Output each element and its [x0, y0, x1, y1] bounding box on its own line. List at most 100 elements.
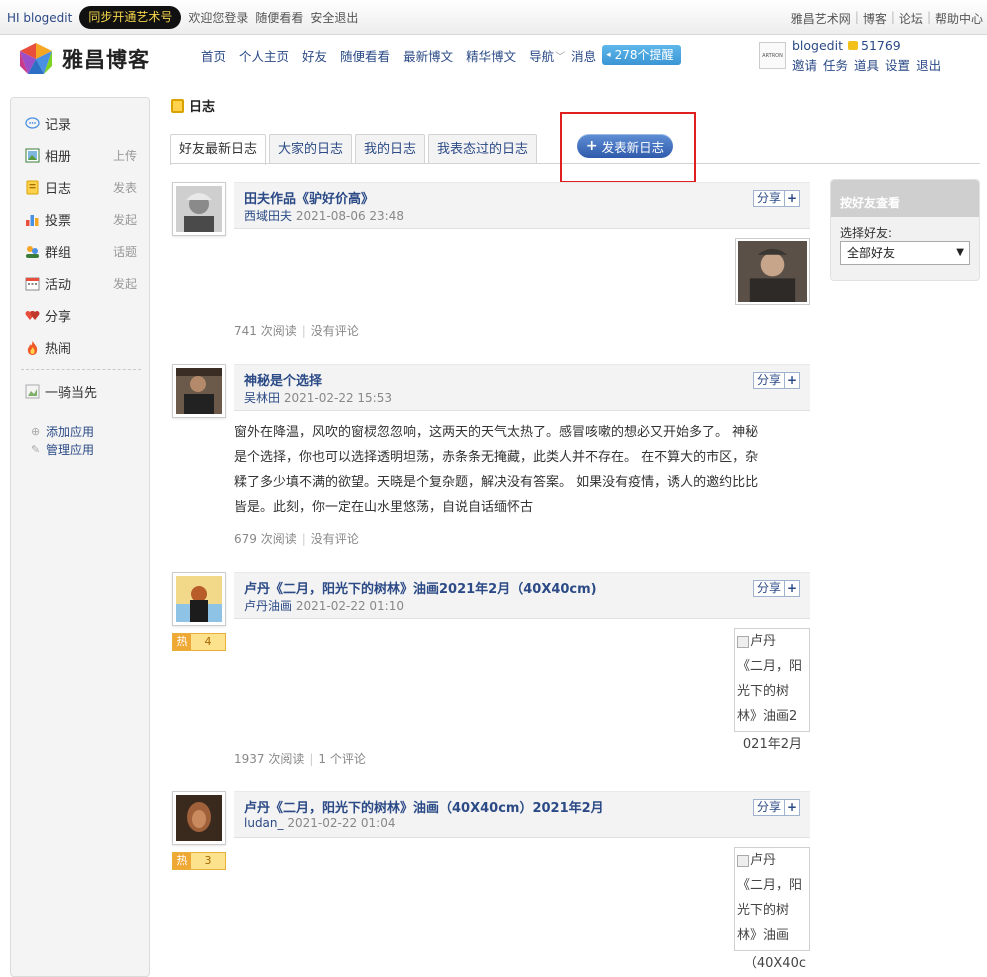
hot-count: 4 [191, 634, 225, 650]
post-image-broken[interactable]: 卢丹 《二月，阳 光下的树 林》油画 [734, 847, 810, 951]
share-button[interactable]: 分享 + [752, 372, 800, 389]
feed-entry-header: 田夫作品《驴好价高》 西域田夫 2021-08-06 23:48 分享 + [234, 182, 810, 229]
sidebar-item-event[interactable]: 活动 发起 [25, 274, 137, 293]
tab-reacted[interactable]: 我表态过的日志 [428, 134, 538, 164]
reminders-badge[interactable]: ◂ 278个提醒 [602, 45, 681, 65]
comment-count[interactable]: 没有评论 [311, 324, 359, 338]
site-logo[interactable]: 雅昌博客 [18, 42, 150, 76]
random-browse-link[interactable]: 随便看看 [255, 9, 303, 26]
blog-link[interactable]: 博客 [863, 10, 887, 27]
page-title: 日志 [171, 96, 215, 115]
sidebar-item-record[interactable]: 记录 [25, 114, 137, 133]
author-link[interactable]: ludan_ [244, 816, 284, 830]
notebook-icon [25, 180, 40, 195]
nav-messages[interactable]: 消息 [571, 46, 596, 65]
top-right-links: 雅昌艺术网 | 博客 | 论坛 | 帮助中心 [790, 10, 983, 27]
tasks-link[interactable]: 任务 [823, 55, 848, 74]
help-link[interactable]: 帮助中心 [935, 10, 983, 27]
friend-select[interactable]: 全部好友 ▼ [840, 241, 970, 265]
chevron-down-icon[interactable]: ﹀ [555, 48, 565, 63]
user-avatar[interactable]: ARTRON 雅昌 [759, 42, 786, 69]
forum-link[interactable]: 论坛 [899, 10, 923, 27]
feed-meta: 西域田夫 2021-08-06 23:48 [244, 207, 404, 224]
invite-link[interactable]: 邀请 [792, 55, 817, 74]
sidebar-app-item[interactable]: 一骑当先 [25, 382, 137, 401]
feed-entry-header: 卢丹《二月，阳光下的树林》油画2021年2月（40X40cm) 卢丹油画 202… [234, 572, 810, 619]
author-link[interactable]: 吴林田 [244, 391, 280, 405]
image-alt-overflow: （40X40c [743, 956, 806, 971]
username-link[interactable]: blogedit [792, 38, 843, 53]
plus-icon: + [786, 191, 798, 205]
nav-latest[interactable]: 最新博文 [403, 46, 453, 65]
reminders-count: 278个提醒 [614, 48, 674, 62]
plus-icon: + [786, 581, 798, 595]
nav-profile[interactable]: 个人主页 [239, 46, 289, 65]
sync-art-account-button[interactable]: 同步开通艺术号 [79, 6, 182, 29]
plus-icon: ⊕ [31, 424, 41, 438]
feed-stats: 679 次阅读 | 没有评论 [234, 532, 359, 546]
broken-image-icon [737, 635, 749, 648]
post-excerpt: 窗外在降温，风吹的窗棂忽忽响，这两天的天气太热了。感冒咳嗽的想必又开始多了。 神… [234, 425, 759, 515]
feed-meta: ludan_ 2021-02-22 01:04 [244, 816, 395, 830]
post-thumbnail[interactable] [735, 238, 810, 305]
hot-badge: 热 4 [172, 633, 226, 651]
sidebar-item-album[interactable]: 相册 上传 [25, 146, 137, 165]
add-app-link[interactable]: ⊕ 添加应用 [31, 423, 94, 440]
sidebar-item-share[interactable]: 分享 [25, 306, 137, 325]
feed-stats: 741 次阅读 | 没有评论 [234, 324, 359, 338]
hot-badge: 热 3 [172, 852, 226, 870]
plus-icon: + [786, 373, 798, 387]
tab-mine[interactable]: 我的日志 [355, 134, 426, 164]
nav-featured[interactable]: 精华博文 [466, 46, 516, 65]
author-avatar[interactable] [172, 364, 226, 418]
sidebar-item-hot[interactable]: 热闹 [25, 338, 137, 357]
broken-image-icon [737, 854, 749, 867]
group-topic-link[interactable]: 话题 [113, 243, 137, 260]
feed-title-link[interactable]: 神秘是个选择 [244, 370, 322, 389]
album-upload-link[interactable]: 上传 [113, 147, 137, 164]
vote-start-link[interactable]: 发起 [113, 211, 137, 228]
nav-random[interactable]: 随便看看 [340, 46, 390, 65]
nav-home[interactable]: 首页 [201, 46, 226, 65]
author-link[interactable]: 卢丹油画 [244, 599, 292, 613]
sidebar-item-group[interactable]: 群组 话题 [25, 242, 137, 261]
share-button[interactable]: 分享 + [752, 190, 800, 207]
welcome-text: 欢迎您登录 [188, 11, 249, 25]
event-start-link[interactable]: 发起 [113, 275, 137, 292]
feed-title-link[interactable]: 卢丹《二月，阳光下的树林》油画（40X40cm）2021年2月 [244, 797, 604, 816]
exit-link[interactable]: 退出 [916, 55, 941, 74]
sidebar-item-blog[interactable]: 日志 发表 [25, 178, 137, 197]
feed-meta: 吴林田 2021-02-22 15:53 [244, 389, 392, 406]
nav-friends[interactable]: 好友 [302, 46, 327, 65]
share-button[interactable]: 分享 + [752, 580, 800, 597]
hi-user-link[interactable]: HI blogedit [7, 11, 72, 25]
tab-everyone[interactable]: 大家的日志 [269, 134, 353, 164]
post-image-broken[interactable]: 卢丹 《二月，阳 光下的树 林》油画2 [734, 628, 810, 732]
settings-link[interactable]: 设置 [885, 55, 910, 74]
sidebar-divider [21, 369, 141, 370]
comment-count[interactable]: 没有评论 [311, 532, 359, 546]
chevron-down-icon: ▼ [956, 247, 964, 258]
feed-entry: 热 3 卢丹《二月，阳光下的树林》油画（40X40cm）2021年2月 luda… [172, 791, 812, 971]
author-avatar[interactable] [172, 182, 226, 236]
hearts-icon [25, 308, 40, 323]
props-link[interactable]: 道具 [854, 55, 879, 74]
author-avatar[interactable] [172, 791, 226, 845]
feed-entry-header: 神秘是个选择 吴林田 2021-02-22 15:53 分享 + [234, 364, 810, 411]
author-avatar[interactable] [172, 572, 226, 626]
artron-link[interactable]: 雅昌艺术网 [791, 10, 851, 27]
post-time: 2021-02-22 15:53 [283, 391, 392, 405]
blog-publish-link[interactable]: 发表 [113, 179, 137, 196]
read-count: 679 次阅读 [234, 532, 297, 546]
logout-link[interactable]: 安全退出 [310, 9, 358, 26]
post-time: 2021-02-22 01:04 [287, 816, 396, 830]
comment-count[interactable]: 1 个评论 [318, 752, 365, 766]
sidebar-item-vote[interactable]: 投票 发起 [25, 210, 137, 229]
share-button[interactable]: 分享 + [752, 799, 800, 816]
author-link[interactable]: 西域田夫 [244, 209, 292, 223]
feed-title-link[interactable]: 卢丹《二月，阳光下的树林》油画2021年2月（40X40cm) [244, 578, 597, 597]
feed-title-link[interactable]: 田夫作品《驴好价高》 [244, 188, 374, 207]
manage-app-link[interactable]: ✎ 管理应用 [31, 441, 94, 458]
nav-guide[interactable]: 导航 [529, 46, 554, 65]
tab-friends-latest[interactable]: 好友最新日志 [170, 134, 267, 165]
